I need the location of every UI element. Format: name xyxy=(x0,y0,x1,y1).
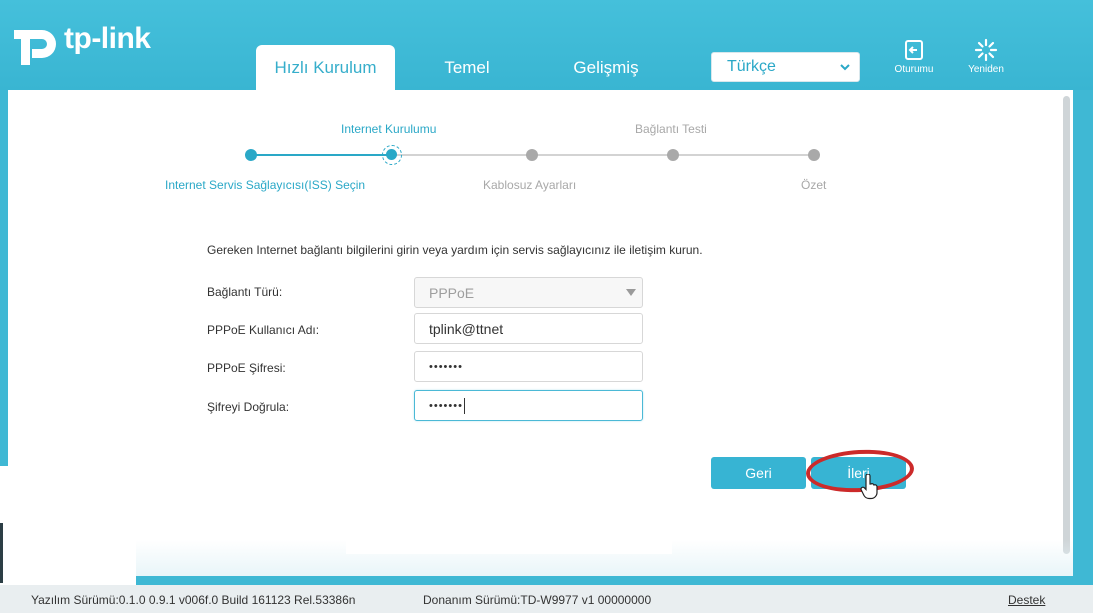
language-value: Türkçe xyxy=(727,58,776,75)
step-label-wireless: Kablosuz Ayarları xyxy=(483,178,577,192)
username-label: PPPoE Kullanıcı Adı: xyxy=(207,323,320,337)
logout-button[interactable]: Oturumu xyxy=(884,38,944,80)
reboot-button[interactable]: Yeniden xyxy=(956,38,1016,80)
confirm-password-label: Şifreyi Doğrula: xyxy=(207,400,290,414)
step-dot-5 xyxy=(808,149,820,161)
step-dot-2-current xyxy=(382,145,402,165)
left-edge-block xyxy=(0,466,136,586)
tp-link-logo-icon xyxy=(14,30,56,65)
brand-name: tp-link xyxy=(64,22,151,55)
back-button[interactable]: Geri xyxy=(711,457,806,489)
password-label: PPPoE Şifresi: xyxy=(207,361,286,375)
step-dot-1 xyxy=(245,149,257,161)
scrollbar[interactable] xyxy=(1063,96,1070,554)
next-button[interactable]: İleri xyxy=(811,457,906,489)
firmware-version: Yazılım Sürümü:0.1.0 0.9.1 v006f.0 Build… xyxy=(31,593,356,607)
dropdown-arrow-icon xyxy=(626,289,636,296)
panel-bottom-strip xyxy=(346,540,672,554)
support-link[interactable]: Destek xyxy=(1008,593,1045,607)
logout-icon xyxy=(905,40,923,60)
password-input[interactable]: ••••••• xyxy=(414,351,643,382)
confirm-password-value: ••••••• xyxy=(429,399,463,412)
progress-track-done xyxy=(251,154,392,156)
step-label-connection-test: Bağlantı Testi xyxy=(635,122,707,136)
hand-cursor-icon xyxy=(860,474,878,500)
reboot-icon xyxy=(974,38,998,62)
step-dot-3 xyxy=(526,149,538,161)
reboot-label: Yeniden xyxy=(968,64,1004,75)
step-label-internet-setup: Internet Kurulumu xyxy=(341,122,437,136)
chevron-down-icon xyxy=(840,64,850,71)
step-dot-4 xyxy=(667,149,679,161)
hardware-version: Donanım Sürümü:TD-W9977 v1 00000000 xyxy=(423,593,652,607)
language-select[interactable]: Türkçe xyxy=(711,52,860,82)
step-label-summary: Özet xyxy=(801,178,827,192)
confirm-password-input[interactable]: ••••••• xyxy=(414,390,643,421)
tab-quick-setup[interactable]: Hızlı Kurulum xyxy=(256,45,395,90)
left-edge-bar xyxy=(0,523,3,583)
username-input[interactable]: tplink@ttnet xyxy=(414,313,643,344)
connection-type-label: Bağlantı Türü: xyxy=(207,285,283,299)
logout-label: Oturumu xyxy=(894,64,934,75)
step-label-isp: Internet Servis Sağlayıcısı(ISS) Seçin xyxy=(165,178,366,192)
form-intro: Gereken Internet bağlantı bilgilerini gi… xyxy=(207,243,703,257)
password-value: ••••••• xyxy=(429,360,463,373)
connection-type-select[interactable]: PPPoE xyxy=(414,277,643,308)
username-value: tplink@ttnet xyxy=(429,320,504,337)
progress-track-remaining xyxy=(392,154,814,156)
tp-link-logo: tp-link xyxy=(6,18,151,68)
tab-basic[interactable]: Temel xyxy=(426,45,508,90)
footer: Yazılım Sürümü:0.1.0 0.9.1 v006f.0 Build… xyxy=(0,585,1093,613)
tab-advanced[interactable]: Gelişmiş xyxy=(556,45,656,90)
text-caret xyxy=(463,397,465,414)
connection-type-value: PPPoE xyxy=(429,284,475,301)
top-header: tp-link Hızlı Kurulum Temel Gelişmiş Tür… xyxy=(0,0,1093,90)
